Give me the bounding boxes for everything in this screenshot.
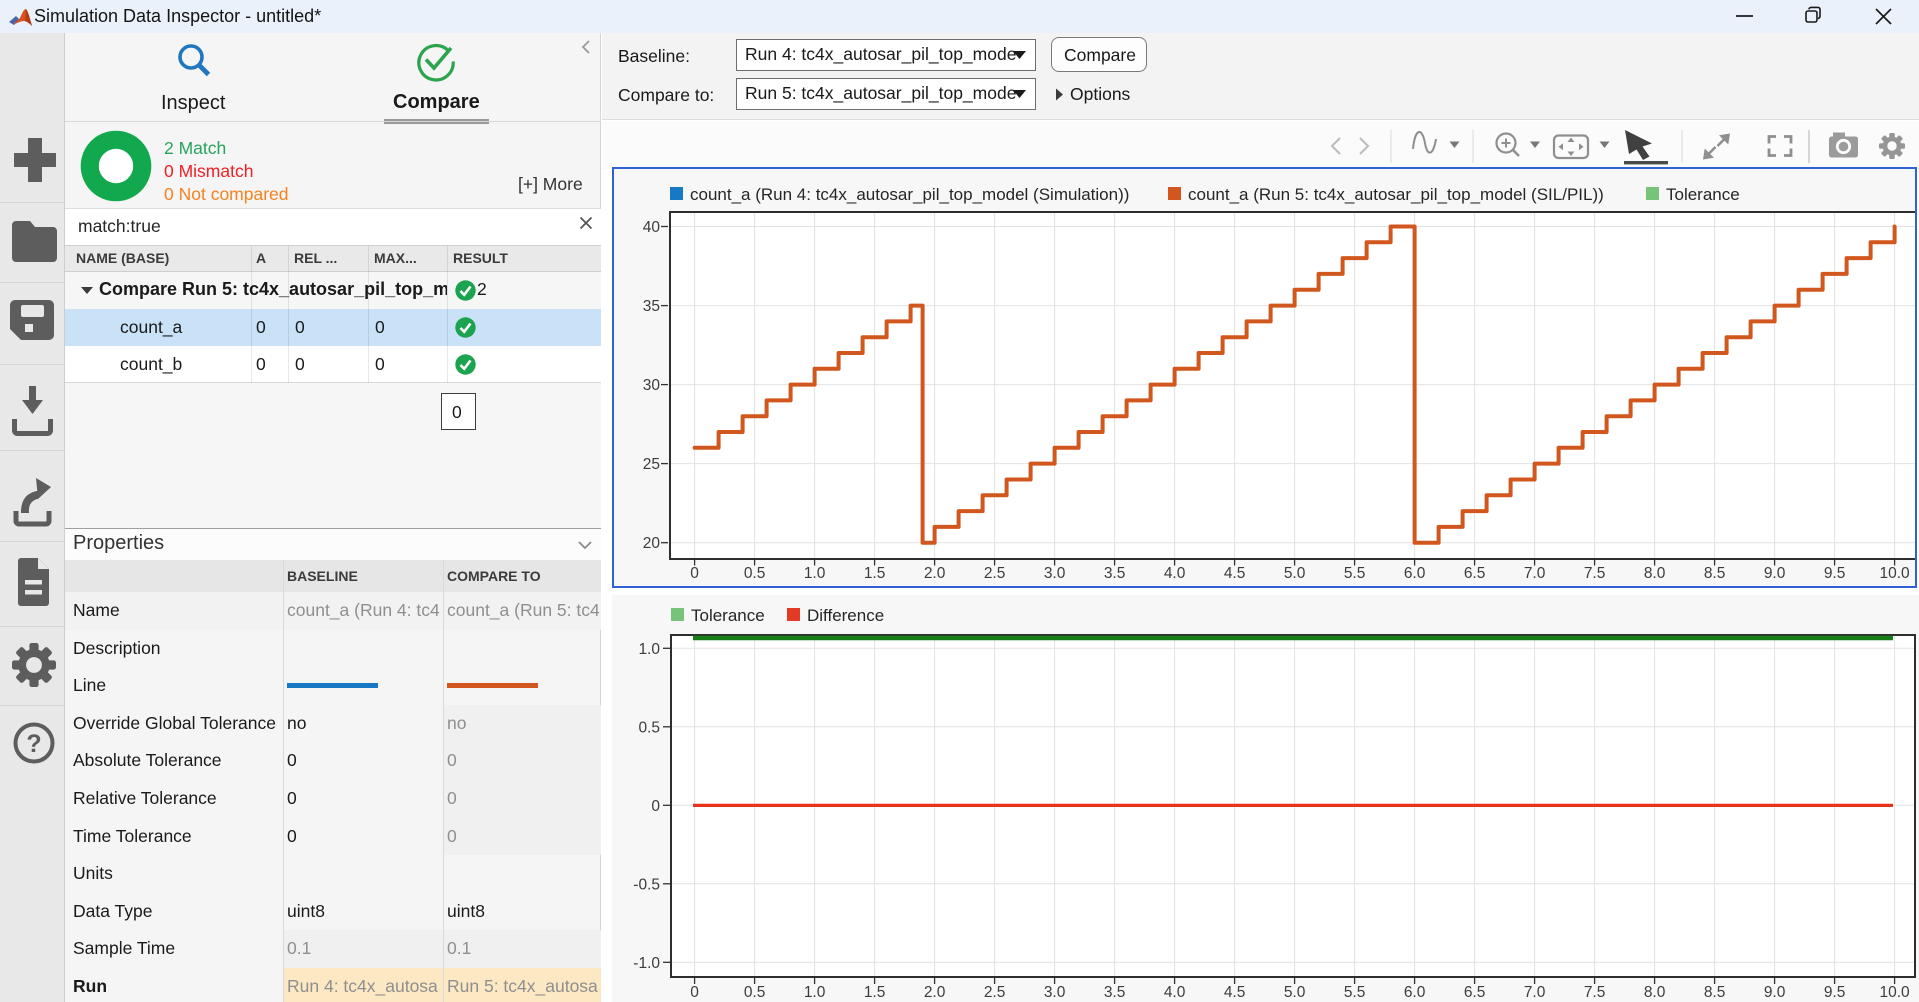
svg-text:10.0: 10.0 xyxy=(1880,565,1911,582)
svg-text:0.5: 0.5 xyxy=(638,719,660,736)
svg-text:9.0: 9.0 xyxy=(1764,984,1786,1001)
svg-text:7.0: 7.0 xyxy=(1524,565,1546,582)
svg-text:1.5: 1.5 xyxy=(864,565,886,582)
svg-text:2.0: 2.0 xyxy=(924,984,946,1001)
svg-text:count_a (Run 5: tc4x_autosar_p: count_a (Run 5: tc4x_autosar_pil_top_mod… xyxy=(1188,185,1604,204)
svg-text:0.5: 0.5 xyxy=(744,565,766,582)
svg-text:5.5: 5.5 xyxy=(1344,984,1366,1001)
svg-text:4.5: 4.5 xyxy=(1224,984,1246,1001)
svg-text:8.5: 8.5 xyxy=(1704,984,1726,1001)
svg-text:1.0: 1.0 xyxy=(638,641,660,658)
svg-text:5.5: 5.5 xyxy=(1344,565,1366,582)
svg-text:1.5: 1.5 xyxy=(864,984,886,1001)
svg-text:-1.0: -1.0 xyxy=(633,955,660,972)
svg-text:3.0: 3.0 xyxy=(1044,984,1066,1001)
svg-text:25: 25 xyxy=(643,456,660,473)
svg-text:0: 0 xyxy=(690,565,699,582)
svg-text:Tolerance: Tolerance xyxy=(1666,185,1740,204)
svg-text:2.5: 2.5 xyxy=(984,565,1006,582)
svg-text:10.0: 10.0 xyxy=(1880,984,1911,1001)
svg-text:2.5: 2.5 xyxy=(984,984,1006,1001)
svg-text:7.5: 7.5 xyxy=(1584,565,1606,582)
svg-text:35: 35 xyxy=(643,298,660,315)
svg-text:20: 20 xyxy=(643,535,661,552)
svg-text:30: 30 xyxy=(643,377,661,394)
svg-text:3.0: 3.0 xyxy=(1044,565,1066,582)
svg-text:4.0: 4.0 xyxy=(1164,984,1186,1001)
svg-text:8.5: 8.5 xyxy=(1704,565,1726,582)
svg-text:Tolerance: Tolerance xyxy=(691,606,765,625)
svg-text:1.0: 1.0 xyxy=(804,984,826,1001)
svg-text:9.0: 9.0 xyxy=(1764,565,1786,582)
svg-text:1.0: 1.0 xyxy=(804,565,826,582)
svg-text:40: 40 xyxy=(643,219,661,236)
svg-text:4.5: 4.5 xyxy=(1224,565,1246,582)
svg-text:3.5: 3.5 xyxy=(1104,984,1126,1001)
svg-text:6.0: 6.0 xyxy=(1404,565,1426,582)
svg-text:0: 0 xyxy=(690,984,699,1001)
svg-text:5.0: 5.0 xyxy=(1284,565,1306,582)
svg-text:7.0: 7.0 xyxy=(1524,984,1546,1001)
svg-text:8.0: 8.0 xyxy=(1644,984,1666,1001)
svg-text:8.0: 8.0 xyxy=(1644,565,1666,582)
svg-text:count_a (Run 4: tc4x_autosar_p: count_a (Run 4: tc4x_autosar_pil_top_mod… xyxy=(690,185,1129,204)
svg-text:3.5: 3.5 xyxy=(1104,565,1126,582)
svg-text:6.5: 6.5 xyxy=(1464,565,1486,582)
svg-text:9.5: 9.5 xyxy=(1824,565,1846,582)
svg-text:6.0: 6.0 xyxy=(1404,984,1426,1001)
svg-text:-0.5: -0.5 xyxy=(633,876,660,893)
svg-text:5.0: 5.0 xyxy=(1284,984,1306,1001)
svg-text:4.0: 4.0 xyxy=(1164,565,1186,582)
svg-text:6.5: 6.5 xyxy=(1464,984,1486,1001)
svg-text:0: 0 xyxy=(651,798,660,815)
svg-text:Difference: Difference xyxy=(807,606,884,625)
svg-text:7.5: 7.5 xyxy=(1584,984,1606,1001)
svg-text:9.5: 9.5 xyxy=(1824,984,1846,1001)
svg-text:0.5: 0.5 xyxy=(744,984,766,1001)
svg-text:2.0: 2.0 xyxy=(924,565,946,582)
